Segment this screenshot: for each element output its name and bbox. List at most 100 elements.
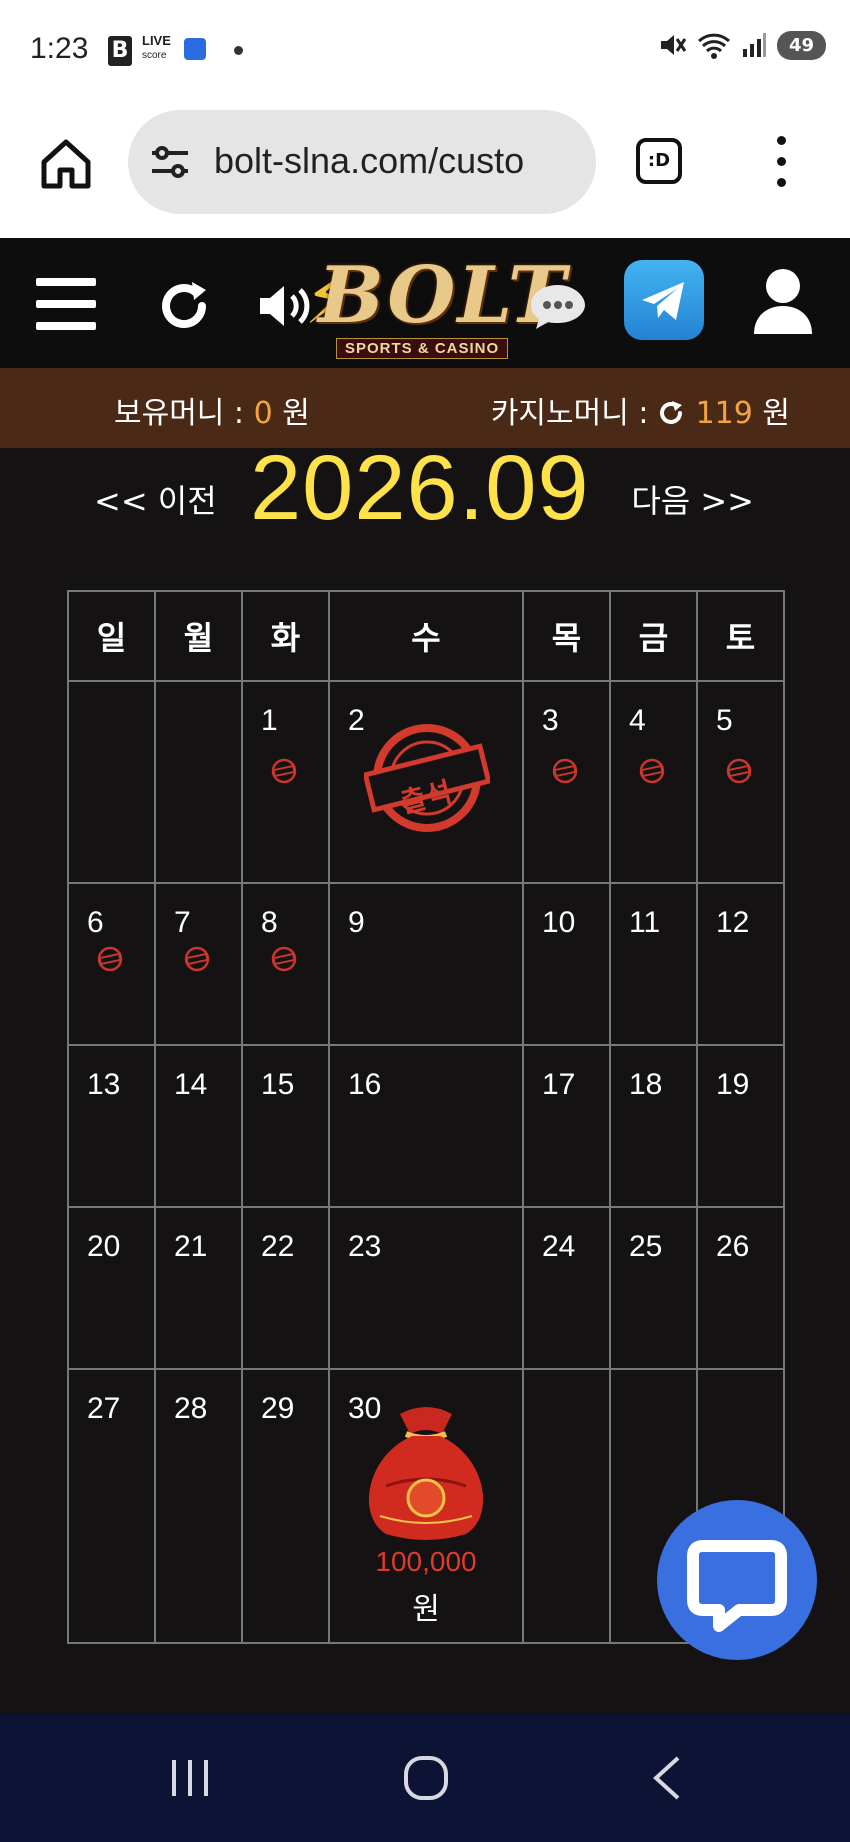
tabs-button[interactable]: :D <box>636 138 682 184</box>
telegram-icon <box>642 282 684 320</box>
day-number: 23 <box>348 1230 382 1263</box>
day-number: 14 <box>174 1068 208 1101</box>
calendar-day-cell: 25 <box>609 1206 698 1370</box>
day-number: 28 <box>174 1392 208 1425</box>
next-month-link[interactable]: 다음 >> <box>631 476 754 522</box>
attendance-mini-stamp-icon <box>271 946 297 972</box>
notification-dot-icon <box>234 46 243 55</box>
calendar-day-cell <box>154 680 243 884</box>
wifi-icon <box>697 33 730 59</box>
calendar-day-cell: 17 <box>522 1044 611 1208</box>
day-number: 9 <box>348 906 365 939</box>
calendar-day-cell: 27 <box>67 1368 156 1644</box>
casino-money-label: 카지노머니 : <box>490 396 649 431</box>
weekday-header: 목 <box>522 590 611 682</box>
hold-money: 보유머니 : 0 원 <box>114 388 310 432</box>
status-icons: 49 <box>657 30 826 60</box>
calendar-day-cell: 10 <box>522 882 611 1046</box>
hold-money-value: 0 <box>253 396 273 431</box>
calendar-day-cell: 7 <box>154 882 243 1046</box>
attendance-calendar: 일 월 화 수 목 금 토 1 2 출석 3 4 5 6 7 8 9 10 11… <box>67 590 785 1644</box>
prev-month-link[interactable]: << 이전 <box>94 476 217 522</box>
calendar-day-cell: 5 <box>696 680 785 884</box>
more-menu-icon[interactable] <box>776 136 788 192</box>
weekday-header: 월 <box>154 590 243 682</box>
calendar-week-row: 6 7 8 9 10 11 12 <box>67 882 785 1046</box>
bolt-logo[interactable]: ⚡ BOLT SPORTS & CASINO <box>300 250 566 360</box>
day-number: 16 <box>348 1068 382 1101</box>
telegram-button[interactable] <box>624 260 704 340</box>
chat-bubble-icon[interactable] <box>528 282 588 332</box>
calendar-day-cell: 24 <box>522 1206 611 1370</box>
casino-money-value: 119 <box>695 396 753 431</box>
day-number: 17 <box>542 1068 576 1101</box>
attendance-mini-stamp-icon <box>97 946 123 972</box>
day-number: 4 <box>629 704 646 737</box>
weekday-header: 일 <box>67 590 156 682</box>
live-chat-button[interactable] <box>657 1500 817 1660</box>
day-number: 3 <box>542 704 559 737</box>
score-label: score <box>142 50 167 61</box>
attendance-mini-stamp-icon <box>639 758 665 784</box>
lucky-bag-icon <box>368 1407 484 1540</box>
live-label: LIVE <box>142 33 171 48</box>
day-number: 19 <box>716 1068 750 1101</box>
browser-toolbar: bolt-slna.com/custo :D <box>0 98 850 238</box>
hold-money-unit: 원 <box>282 396 310 431</box>
day-number: 10 <box>542 906 576 939</box>
hold-money-label: 보유머니 : <box>114 396 245 431</box>
day-number: 22 <box>261 1230 295 1263</box>
day-number: 25 <box>629 1230 663 1263</box>
livescore-app-icon: LIVE score <box>142 34 171 62</box>
day-number: 24 <box>542 1230 576 1263</box>
home-button-icon[interactable] <box>402 1754 450 1802</box>
attendance-mini-stamp-icon <box>552 758 578 784</box>
system-nav-bar <box>0 1714 850 1842</box>
menu-icon[interactable] <box>36 278 96 330</box>
refresh-icon[interactable] <box>156 278 212 334</box>
prize-amount: 100,000 <box>375 1546 477 1577</box>
calendar-day-cell: 29 <box>241 1368 330 1644</box>
chat-icon <box>687 1540 787 1632</box>
calendar-day-cell <box>522 1368 611 1644</box>
weekday-header: 금 <box>609 590 698 682</box>
home-icon[interactable] <box>38 136 94 192</box>
day-number: 21 <box>174 1230 208 1263</box>
calendar-day-cell: 20 <box>67 1206 156 1370</box>
casino-money: 카지노머니 : 119 원 <box>491 388 790 432</box>
calendar-day-cell: 14 <box>154 1044 243 1208</box>
calendar-day-cell: 13 <box>67 1044 156 1208</box>
site-settings-icon[interactable] <box>150 144 190 180</box>
calendar-day-cell: 9 <box>328 882 524 1046</box>
address-bar[interactable]: bolt-slna.com/custo <box>128 110 596 214</box>
battery-icon: 49 <box>776 30 826 60</box>
user-icon[interactable] <box>752 266 814 336</box>
weekday-header-row: 일 월 화 수 목 금 토 <box>67 590 785 682</box>
calendar-day-cell: 11 <box>609 882 698 1046</box>
day-number: 18 <box>629 1068 663 1101</box>
status-bar: 1:23 B LIVE score 49 <box>0 0 850 98</box>
calendar-week-row: 20 21 22 23 24 25 26 <box>67 1206 785 1370</box>
calendar-day-cell: 30 100,000 원 <box>328 1368 524 1644</box>
mute-icon <box>660 35 687 55</box>
day-number: 2 <box>348 704 365 737</box>
calendar-day-cell: 22 <box>241 1206 330 1370</box>
calendar-day-cell: 3 <box>522 680 611 884</box>
weekday-header: 화 <box>241 590 330 682</box>
recent-apps-icon[interactable] <box>168 1758 212 1798</box>
day-number: 26 <box>716 1230 750 1263</box>
calendar-day-cell: 12 <box>696 882 785 1046</box>
status-time: 1:23 <box>30 32 89 65</box>
calendar-day-cell: 4 <box>609 680 698 884</box>
calendar-day-cell: 2 출석 <box>328 680 524 884</box>
calendar-day-cell: 19 <box>696 1044 785 1208</box>
attendance-mini-stamp-icon <box>271 758 297 784</box>
logo-tagline: SPORTS & CASINO <box>336 338 509 359</box>
day-number: 11 <box>629 906 661 939</box>
calendar-day-cell: 23 <box>328 1206 524 1370</box>
calendar-day-cell: 16 <box>328 1044 524 1208</box>
back-icon[interactable] <box>650 1754 684 1802</box>
month-title: 2026.09 <box>250 437 590 539</box>
casino-refresh-icon[interactable] <box>658 399 686 427</box>
calendar-day-cell: 18 <box>609 1044 698 1208</box>
